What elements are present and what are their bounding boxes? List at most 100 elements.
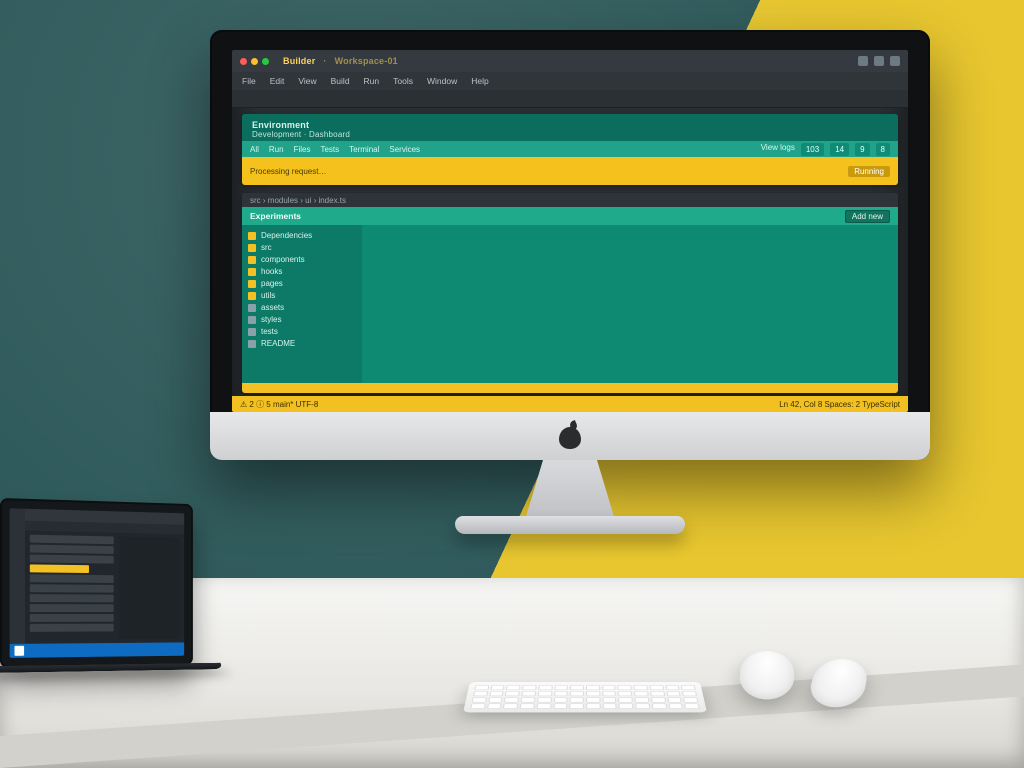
chip-4[interactable]: 8: [876, 143, 890, 156]
laptop-file-tree[interactable]: [30, 535, 114, 640]
tree-row: components: [248, 255, 356, 264]
folder-icon: [248, 280, 256, 288]
laptop-tree-row[interactable]: [30, 554, 114, 563]
folder-icon: [248, 268, 256, 276]
tab-terminal[interactable]: Terminal: [349, 145, 379, 154]
chip-1[interactable]: 103: [801, 143, 824, 156]
imac-screen: Builder · Workspace-01 File Edit View: [232, 50, 908, 412]
tree-label[interactable]: README: [261, 339, 295, 348]
panel-environment-tabs[interactable]: All Run Files Tests Terminal Services Vi…: [242, 141, 898, 157]
panel-experiments-footer: [242, 383, 898, 393]
title-project: Builder: [283, 56, 315, 66]
menu-edit[interactable]: Edit: [270, 76, 285, 86]
laptop-tree-row[interactable]: [30, 574, 114, 583]
search-icon[interactable]: [858, 56, 868, 66]
panel-experiments: src › modules › ui › index.ts Experiment…: [242, 193, 898, 393]
menu-run[interactable]: Run: [364, 76, 380, 86]
imac-stand-neck: [525, 460, 615, 520]
imac-chin: [210, 412, 930, 460]
tree-label[interactable]: styles: [261, 315, 281, 324]
scene-backdrop: Builder · Workspace-01 File Edit View: [0, 0, 1024, 768]
tree-row: Dependencies: [248, 231, 356, 240]
ide-menubar[interactable]: File Edit View Build Run Tools Window He…: [232, 72, 908, 90]
tree-label[interactable]: pages: [261, 279, 283, 288]
folder-icon: [248, 244, 256, 252]
tab-tests[interactable]: Tests: [320, 145, 339, 154]
tree-label[interactable]: Dependencies: [261, 231, 312, 240]
menu-help[interactable]: Help: [471, 76, 488, 86]
laptop-tree-row[interactable]: [30, 594, 114, 602]
file-icon: [248, 340, 256, 348]
panel-environment-banner: Processing request… Running: [242, 157, 898, 185]
imac-stand-foot: [455, 516, 685, 534]
file-tree[interactable]: Dependencies src components hooks pages …: [242, 225, 362, 383]
panel-environment-subtitle: Development · Dashboard: [252, 130, 888, 139]
banner-pill[interactable]: Running: [848, 166, 890, 177]
breadcrumb-text[interactable]: src › modules › ui › index.ts: [250, 196, 346, 205]
tree-label[interactable]: assets: [261, 303, 284, 312]
settings-icon[interactable]: [874, 56, 884, 66]
laptop-tree-row-active[interactable]: [30, 564, 89, 573]
tab-run[interactable]: Run: [269, 145, 284, 154]
statusbar-left[interactable]: ⚠ 2 ⓘ 5 main* UTF-8: [240, 399, 318, 410]
ide-titlebar[interactable]: Builder · Workspace-01: [232, 50, 908, 72]
menu-window[interactable]: Window: [427, 76, 457, 86]
laptop-tree-row[interactable]: [30, 535, 114, 545]
laptop-tree-row[interactable]: [30, 545, 114, 554]
account-icon[interactable]: [890, 56, 900, 66]
tree-label[interactable]: hooks: [261, 267, 282, 276]
panel-environment-header: Environment Development · Dashboard: [242, 114, 898, 141]
imac-body: Builder · Workspace-01 File Edit View: [210, 30, 930, 460]
menu-tools[interactable]: Tools: [393, 76, 413, 86]
panel-environment: Environment Development · Dashboard All …: [242, 114, 898, 185]
ide-toolbar[interactable]: [232, 90, 908, 108]
tree-row: styles: [248, 315, 356, 324]
menu-build[interactable]: Build: [331, 76, 350, 86]
close-dot-icon[interactable]: [240, 58, 247, 65]
laptop-content: [25, 531, 184, 644]
editor-canvas[interactable]: [362, 225, 898, 383]
folder-icon: [248, 292, 256, 300]
breadcrumb[interactable]: src › modules › ui › index.ts: [242, 193, 898, 207]
tree-row: src: [248, 243, 356, 252]
statusbar-right[interactable]: Ln 42, Col 8 Spaces: 2 TypeScript: [779, 400, 900, 409]
tree-label[interactable]: utils: [261, 291, 275, 300]
tree-row: utils: [248, 291, 356, 300]
keyboard: [463, 682, 707, 712]
tree-label[interactable]: tests: [261, 327, 278, 336]
laptop-tree-row[interactable]: [30, 604, 114, 612]
panel-experiments-header: Experiments Add new: [242, 207, 898, 225]
laptop-tree-row[interactable]: [30, 624, 114, 632]
tab-services[interactable]: Services: [389, 145, 420, 154]
panel-environment-title: Environment: [252, 120, 309, 130]
laptop-tree-row[interactable]: [30, 614, 114, 622]
zoom-dot-icon[interactable]: [262, 58, 269, 65]
file-icon: [248, 304, 256, 312]
chip-2[interactable]: 14: [830, 143, 849, 156]
laptop-taskbar[interactable]: [10, 642, 184, 657]
laptop-editor[interactable]: [119, 537, 180, 640]
tree-row: tests: [248, 327, 356, 336]
tab-all[interactable]: All: [250, 145, 259, 154]
menu-file[interactable]: File: [242, 76, 256, 86]
window-traffic-lights[interactable]: [240, 58, 269, 65]
laptop-screen: [10, 508, 184, 658]
tab-files[interactable]: Files: [294, 145, 311, 154]
laptop-tree-row[interactable]: [30, 584, 114, 592]
tree-row: assets: [248, 303, 356, 312]
tree-label[interactable]: components: [261, 255, 305, 264]
title-separator: ·: [323, 56, 326, 66]
tree-row: hooks: [248, 267, 356, 276]
tree-label[interactable]: src: [261, 243, 272, 252]
menu-view[interactable]: View: [298, 76, 316, 86]
ide-statusbar[interactable]: ⚠ 2 ⓘ 5 main* UTF-8 Ln 42, Col 8 Spaces:…: [232, 396, 908, 412]
panel-environment-link[interactable]: View logs: [761, 143, 795, 156]
minimize-dot-icon[interactable]: [251, 58, 258, 65]
file-icon: [248, 328, 256, 336]
add-new-button[interactable]: Add new: [845, 210, 890, 223]
laptop-activitybar[interactable]: [10, 508, 25, 644]
chip-3[interactable]: 9: [855, 143, 869, 156]
banner-text: Processing request…: [250, 167, 326, 176]
start-icon[interactable]: [14, 646, 24, 656]
ide-workarea: Environment Development · Dashboard All …: [232, 108, 908, 396]
